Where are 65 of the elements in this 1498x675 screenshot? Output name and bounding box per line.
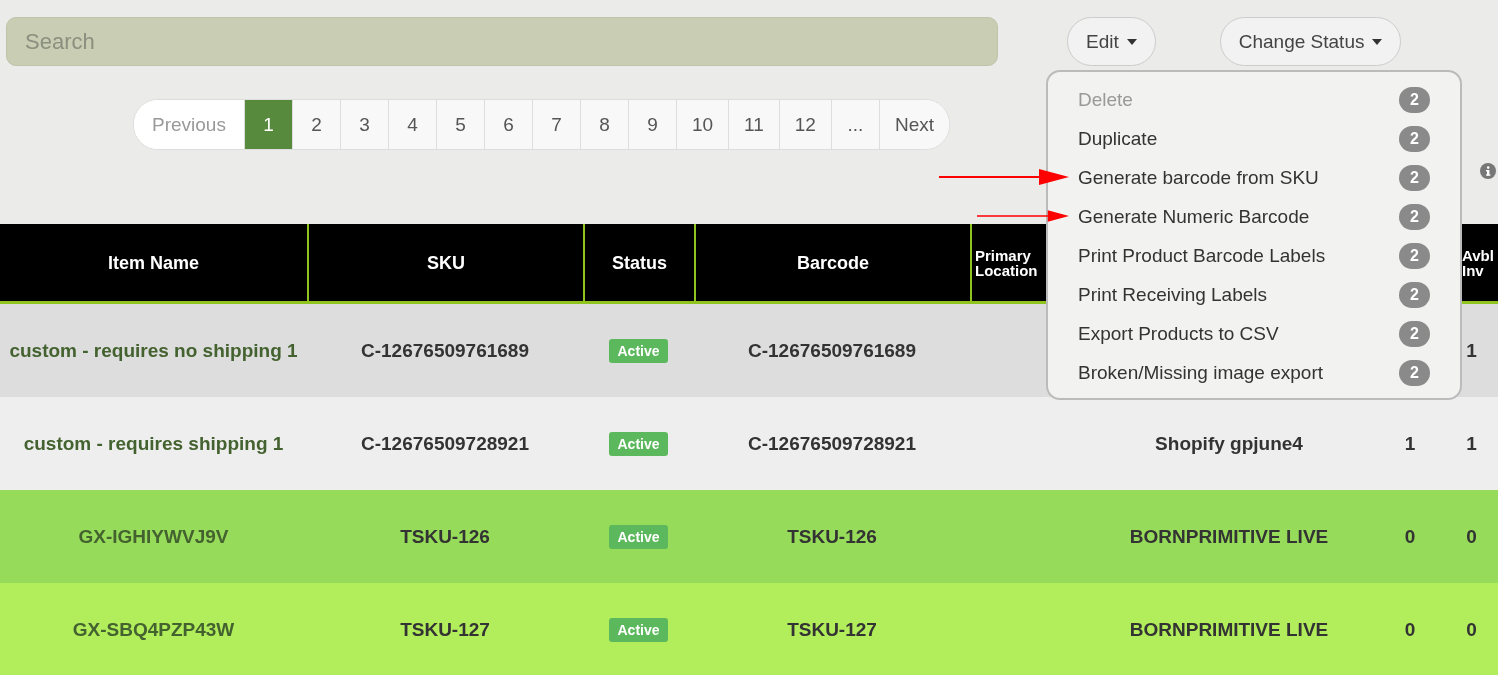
page-link[interactable]: 3 <box>339 100 388 149</box>
page-link[interactable]: 10 <box>675 100 729 149</box>
search-field[interactable]: Search <box>6 17 998 66</box>
table-cell-text: BORNPRIMITIVE LIVE <box>1128 524 1330 549</box>
table-cell-text: 0 <box>1465 524 1478 549</box>
table-cell-text: 1 <box>1465 431 1478 456</box>
count-badge: 2 <box>1399 359 1430 386</box>
table-cell-text: C-12676509728921 <box>747 431 917 456</box>
page-link[interactable]: ... <box>830 100 879 149</box>
table-row[interactable]: GX-IGHIYWVJ9V TSKU-126 Active TSKU-126 BORNPRIMITIVE LIVE 0 0 <box>0 490 1498 583</box>
count-badge: 2 <box>1399 320 1430 347</box>
count-badge: 2 <box>1399 125 1430 152</box>
table-cell-text: Shopify gpjune4 <box>1154 431 1304 456</box>
page-link[interactable]: 4 <box>387 100 436 149</box>
caret-icon <box>1126 38 1137 45</box>
table-cell-text: C-12676509761689 <box>747 338 917 363</box>
table-cell-text: 0 <box>1465 617 1478 642</box>
status-badge: Active <box>609 524 668 549</box>
page-link[interactable]: 11 <box>728 100 779 149</box>
table-row[interactable]: custom - requires shipping 1 C-12676509728921 Active C-12676509728921 Shopify gpjune4 1 1 <box>0 397 1498 490</box>
table-cell-text: 0 <box>1403 524 1417 549</box>
count-badge: 2 <box>1399 242 1430 269</box>
caret-icon <box>1372 38 1383 45</box>
count-badge: 2 <box>1399 203 1430 230</box>
table-cell-text: custom - requires no shipping 1 <box>8 338 299 363</box>
column-header[interactable]: Item Name <box>0 224 307 301</box>
table-cell-text: TSKU-127 <box>786 617 878 642</box>
table-cell-text: TSKU-127 <box>399 617 491 642</box>
table-cell-text: TSKU-126 <box>399 524 491 549</box>
count-badge: 2 <box>1399 164 1430 191</box>
menu-item[interactable]: Generate barcode from SKU <box>1078 166 1319 189</box>
page-link[interactable]: 1 <box>243 100 292 149</box>
status-badge: Active <box>609 617 668 642</box>
column-header[interactable]: SKU <box>307 224 583 301</box>
status-badge: Active <box>609 338 668 363</box>
page-link[interactable]: Next <box>878 100 949 149</box>
page-link[interactable]: 7 <box>531 100 580 149</box>
count-badge: 2 <box>1399 281 1430 308</box>
page-link[interactable]: 8 <box>579 100 628 149</box>
dropdown-button[interactable]: Change Status <box>1219 17 1402 66</box>
count-badge: 2 <box>1399 86 1430 113</box>
dropdown-button[interactable]: Edit <box>1067 17 1156 66</box>
table-cell-text: C-12676509761689 <box>360 338 530 363</box>
table-cell-text: 1 <box>1465 338 1478 363</box>
info-icon[interactable] <box>1480 162 1496 179</box>
table-row[interactable]: GX-SBQ4PZP43W TSKU-127 Active TSKU-127 BORNPRIMITIVE LIVE 0 0 <box>0 583 1498 675</box>
table-cell-text: TSKU-126 <box>786 524 878 549</box>
menu-item[interactable]: Duplicate <box>1078 127 1158 150</box>
page-link[interactable]: 5 <box>435 100 484 149</box>
column-header[interactable]: Status <box>583 224 694 301</box>
table-cell-text: custom - requires shipping 1 <box>22 431 285 456</box>
table-cell-text: BORNPRIMITIVE LIVE <box>1128 617 1330 642</box>
page-link[interactable]: 6 <box>483 100 532 149</box>
table-cell-text: 1 <box>1403 431 1417 456</box>
status-badge: Active <box>609 431 668 456</box>
menu-item[interactable]: Export Products to CSV <box>1078 322 1279 345</box>
table-cell-text: C-12676509728921 <box>360 431 530 456</box>
column-header[interactable]: Barcode <box>694 224 970 301</box>
table-cell-text: GX-IGHIYWVJ9V <box>77 524 230 549</box>
table-cell-text: GX-SBQ4PZP43W <box>71 617 236 642</box>
page-link[interactable]: 2 <box>291 100 340 149</box>
page-link[interactable]: 12 <box>778 100 831 149</box>
table-cell-text: 0 <box>1403 617 1417 642</box>
menu-item[interactable]: Broken/Missing image export <box>1078 361 1323 384</box>
page-link[interactable]: 9 <box>627 100 676 149</box>
